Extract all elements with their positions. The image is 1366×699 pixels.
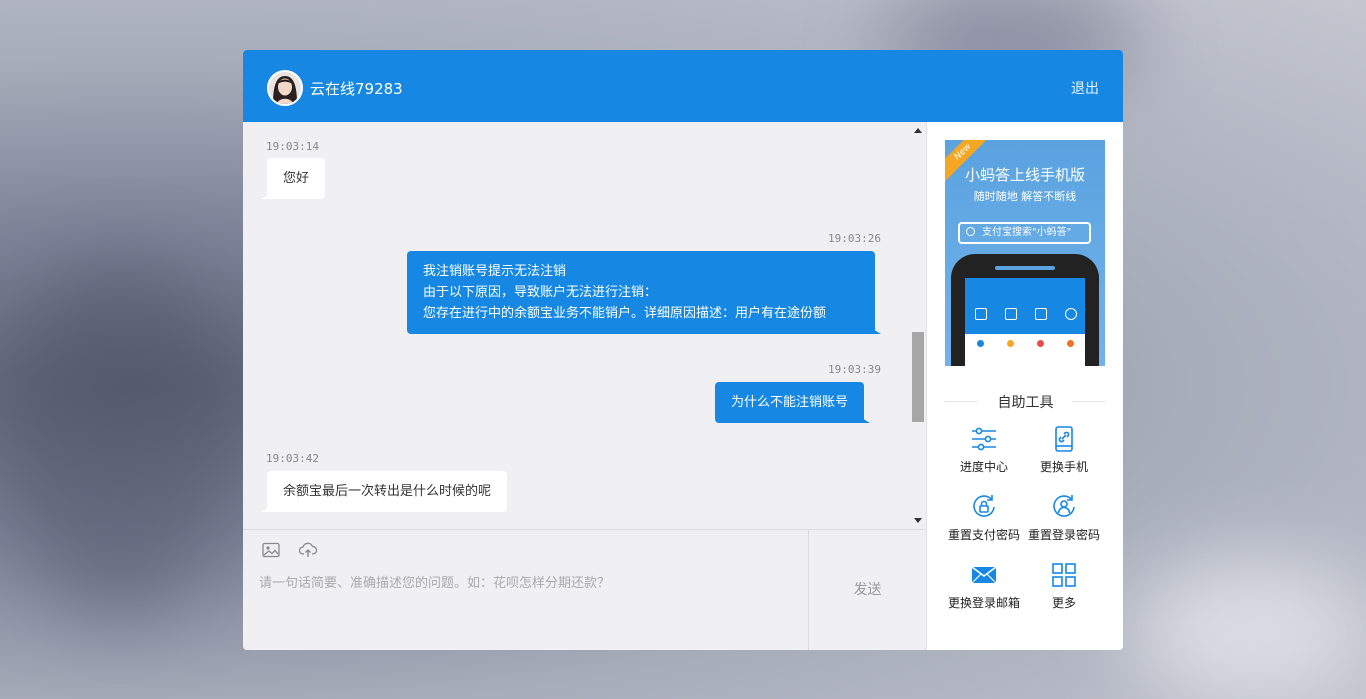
tool-label: 更换手机 [1039, 460, 1088, 474]
cloud-upload-icon[interactable] [299, 542, 317, 558]
message-bubble-agent: 余额宝最后一次转出是什么时候的呢 [260, 471, 508, 512]
phone-screen-bottom [965, 334, 1085, 366]
tool-reset-login-password[interactable]: 重置登录密码 [1024, 494, 1104, 543]
image-upload-icon[interactable] [262, 542, 280, 558]
sidebar: New 小蚂答上线手机版 随时随地 解答不断线 支付宝搜索"小蚂答" 自助工具 … [926, 122, 1123, 650]
background-blur [1130, 560, 1366, 699]
scroll-down-arrow-icon[interactable] [914, 518, 922, 523]
mail-icon [971, 566, 997, 584]
banner-title: 小蚂答上线手机版 [964, 166, 1085, 184]
scrollbar-thumb[interactable] [912, 332, 924, 422]
message-timestamp: 19:03:42 [266, 452, 319, 465]
lock-reset-icon [973, 495, 995, 517]
banner-subtitle: 随时随地 解答不断线 [973, 190, 1077, 203]
scroll-up-arrow-icon[interactable] [914, 128, 922, 133]
send-button[interactable]: 发送 [809, 530, 926, 650]
logout-button[interactable]: 退出 [1071, 78, 1099, 98]
circle-icon [1065, 308, 1077, 320]
chat-header: 云在线79283 退出 [243, 50, 1123, 122]
message-composer: 发送 [243, 529, 926, 650]
app-dot-icon [1037, 340, 1044, 347]
phone-illustration [951, 254, 1099, 366]
message-bubble-user: 为什么不能注销账号 [715, 382, 871, 423]
message-timestamp: 19:03:14 [266, 140, 319, 153]
message-timestamp: 19:03:39 [828, 363, 881, 376]
app-dot-icon [1067, 340, 1074, 347]
tool-change-phone[interactable]: 更换手机 [1024, 426, 1104, 475]
user-reset-icon [1053, 495, 1075, 517]
message-text: 您好 [283, 171, 310, 186]
tool-label: 更换登录邮箱 [947, 596, 1020, 610]
tool-label: 进度中心 [959, 460, 1008, 474]
tool-more[interactable]: 更多 [1024, 562, 1104, 611]
message-timestamp: 19:03:26 [828, 232, 881, 245]
tool-label: 重置登录密码 [1027, 528, 1100, 542]
banner-search-hint: 支付宝搜索"小蚂答" [958, 222, 1091, 244]
avatar-portrait-icon [269, 72, 301, 104]
scan-icon [975, 308, 987, 320]
chat-window: 云在线79283 退出 19:03:14 您好 19:03:26 我注销账号提示… [243, 50, 1123, 650]
divider [1073, 401, 1105, 402]
message-text: 我注销账号提示无法注销 [423, 264, 567, 279]
tool-progress-center[interactable]: 进度中心 [944, 426, 1024, 475]
agent-avatar [267, 70, 303, 106]
promo-banner[interactable]: New 小蚂答上线手机版 随时随地 解答不断线 支付宝搜索"小蚂答" [945, 140, 1105, 366]
message-scrollbar[interactable] [910, 122, 926, 529]
message-bubble-agent: 您好 [260, 158, 326, 199]
phone-screen [965, 278, 1085, 366]
tool-change-email[interactable]: 更换登录邮箱 [944, 562, 1024, 611]
phone-speaker [995, 266, 1055, 270]
sliders-icon [972, 427, 996, 451]
agent-name: 云在线79283 [310, 80, 403, 98]
message-input[interactable] [259, 572, 789, 642]
tool-label: 重置支付密码 [947, 528, 1020, 542]
app-dot-icon [977, 340, 984, 347]
tool-label: 更多 [1051, 596, 1076, 610]
message-text: 由于以下原因，导致账户无法进行注销： [423, 285, 658, 300]
pay-icon [1005, 308, 1017, 320]
background-blur [0, 260, 240, 620]
app-dot-icon [1007, 340, 1014, 347]
message-text: 余额宝最后一次转出是什么时候的呢 [283, 484, 492, 499]
message-text: 为什么不能注销账号 [731, 395, 849, 410]
card-icon [1035, 308, 1047, 320]
message-bubble-user: 我注销账号提示无法注销 由于以下原因，导致账户无法进行注销： 您存在进行中的余额… [407, 251, 881, 334]
grid-icon [1052, 563, 1076, 587]
phone-link-icon [1055, 426, 1073, 452]
message-text: 您存在进行中的余额宝业务不能销户。详细原因描述：用户有在途份额 [423, 306, 827, 321]
message-list[interactable]: 19:03:14 您好 19:03:26 我注销账号提示无法注销 由于以下原因，… [243, 122, 926, 529]
tools-title: 自助工具 [997, 395, 1054, 411]
tool-reset-pay-password[interactable]: 重置支付密码 [944, 494, 1024, 543]
